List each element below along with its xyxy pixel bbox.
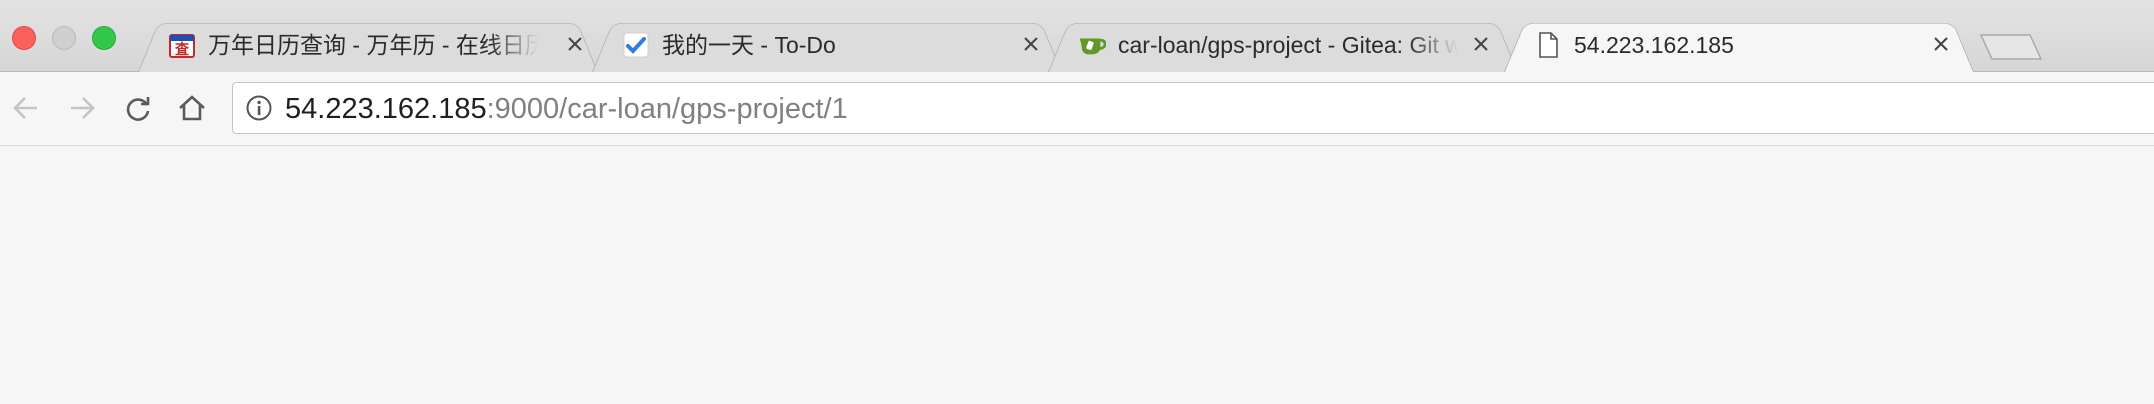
svg-text:査: 査 xyxy=(175,41,190,58)
new-tab-button[interactable] xyxy=(1979,34,2043,60)
tab-title: car-loan/gps-project - Gitea: Git with a… xyxy=(1118,32,1458,58)
tab-active-ip[interactable]: 54.223.162.185 xyxy=(1504,17,1974,72)
close-icon[interactable] xyxy=(1928,31,1954,57)
forward-arrow-icon[interactable] xyxy=(64,90,100,126)
calendar-red-icon: 査 xyxy=(168,31,196,59)
reload-icon[interactable] xyxy=(120,90,156,126)
tab-title: 万年日历查询 - 万年历 - 在线日历 xyxy=(208,32,538,58)
tab-title: 我的一天 - To-Do xyxy=(662,32,836,58)
close-icon[interactable] xyxy=(1018,31,1044,57)
url-text[interactable]: 54.223.162.185:9000/car-loan/gps-project… xyxy=(285,92,848,126)
tab-title: 54.223.162.185 xyxy=(1574,32,1734,58)
tab-gitea[interactable]: car-loan/gps-project - Gitea: Git with a… xyxy=(1048,17,1518,72)
browser-window: 査 万年日历查询 - 万年历 - 在线日历 我的一天 - To-Do car-l… xyxy=(0,0,2154,404)
blank-page-icon xyxy=(1534,31,1562,59)
tab-calendar[interactable]: 査 万年日历查询 - 万年历 - 在线日历 xyxy=(138,17,598,72)
window-minimize-button[interactable] xyxy=(52,26,76,50)
back-arrow-icon[interactable] xyxy=(8,90,44,126)
todo-check-icon xyxy=(622,31,650,59)
tab-strip: 査 万年日历查询 - 万年历 - 在线日历 我的一天 - To-Do car-l… xyxy=(0,0,2154,72)
close-icon[interactable] xyxy=(562,31,588,57)
gitea-teacup-icon xyxy=(1078,31,1106,59)
address-bar[interactable]: 54.223.162.185:9000/car-loan/gps-project… xyxy=(232,82,2154,134)
url-path: :9000/car-loan/gps-project/1 xyxy=(486,93,848,125)
window-maximize-button[interactable] xyxy=(92,26,116,50)
browser-toolbar: 54.223.162.185:9000/car-loan/gps-project… xyxy=(0,72,2154,146)
home-icon[interactable] xyxy=(174,90,210,126)
page-content xyxy=(0,146,2154,404)
info-icon[interactable] xyxy=(245,94,273,122)
tab-todo[interactable]: 我的一天 - To-Do xyxy=(592,17,1062,72)
close-icon[interactable] xyxy=(1468,31,1494,57)
window-close-button[interactable] xyxy=(12,26,36,50)
url-host: 54.223.162.185 xyxy=(285,93,487,125)
